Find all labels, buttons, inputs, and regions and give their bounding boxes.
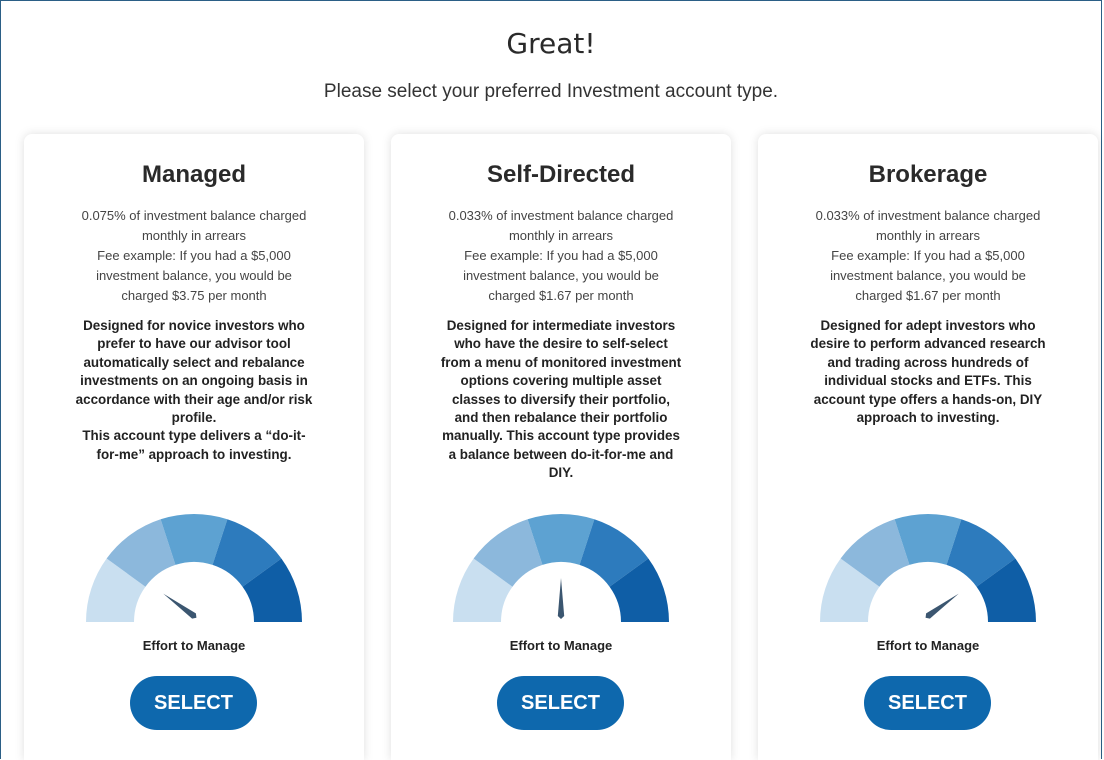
description-line: investments on an ongoing basis in bbox=[80, 373, 308, 389]
description-line: who have the desire to self-select bbox=[454, 336, 668, 352]
fee-line: charged $3.75 per month bbox=[121, 288, 267, 303]
gauge-needle bbox=[557, 578, 565, 619]
effort-to-manage-label: Effort to Manage bbox=[876, 638, 980, 653]
account-description: Designed for adept investors who desire … bbox=[780, 317, 1076, 427]
card-title: Brokerage bbox=[868, 161, 988, 188]
fee-line: 0.075% of investment balance charged bbox=[81, 208, 307, 223]
gauge-needle bbox=[925, 593, 959, 619]
account-card-managed: Managed 0.075% of investment balance cha… bbox=[24, 134, 364, 760]
description-line: from a menu of monitored investment bbox=[440, 354, 682, 370]
description-line: for-me” approach to investing. bbox=[96, 446, 292, 462]
fee-description: 0.033% of investment balance charged mon… bbox=[411, 206, 711, 306]
fee-description: 0.075% of investment balance charged mon… bbox=[44, 206, 344, 306]
description-line: account type offers a hands-on, DIY bbox=[813, 391, 1043, 407]
gauge-needle bbox=[163, 593, 197, 619]
description-line: options covering multiple asset bbox=[460, 373, 662, 389]
description-line: classes to diversify their portfolio, bbox=[451, 391, 671, 407]
select-self-directed-button[interactable]: SELECT bbox=[497, 676, 624, 730]
description-line: automatically select and rebalance bbox=[83, 354, 305, 370]
account-card-self-directed: Self-Directed 0.033% of investment balan… bbox=[391, 134, 731, 760]
select-brokerage-button[interactable]: SELECT bbox=[864, 676, 991, 730]
page-subtitle: Please select your preferred Investment … bbox=[323, 81, 779, 102]
fee-line: monthly in arrears bbox=[141, 228, 247, 243]
description-line: approach to investing. bbox=[856, 410, 1000, 426]
account-card-brokerage: Brokerage 0.033% of investment balance c… bbox=[758, 134, 1098, 760]
description-line: prefer to have our advisor tool bbox=[97, 336, 291, 352]
fee-line: investment balance, you would be bbox=[463, 268, 659, 283]
fee-line: monthly in arrears bbox=[508, 228, 614, 243]
effort-to-manage-label: Effort to Manage bbox=[509, 638, 613, 653]
fee-line: 0.033% of investment balance charged bbox=[815, 208, 1041, 223]
page-title: Great! bbox=[506, 27, 596, 60]
description-line: DIY. bbox=[548, 465, 574, 481]
description-line: and trading across hundreds of bbox=[827, 354, 1029, 370]
description-line: and then rebalance their portfolio bbox=[454, 410, 668, 426]
fee-line: Fee example: If you had a $5,000 bbox=[831, 248, 1025, 263]
effort-gauge-icon bbox=[86, 514, 302, 622]
fee-line: Fee example: If you had a $5,000 bbox=[97, 248, 291, 263]
description-line: This account type delivers a “do-it- bbox=[82, 428, 306, 444]
effort-to-manage-label: Effort to Manage bbox=[142, 638, 246, 653]
account-description: Designed for intermediate investors who … bbox=[413, 317, 709, 483]
description-line: Designed for novice investors who bbox=[83, 318, 305, 333]
description-line: a balance between do-it-for-me and bbox=[448, 446, 674, 462]
fee-line: investment balance, you would be bbox=[96, 268, 292, 283]
description-line: Designed for adept investors who bbox=[820, 318, 1036, 333]
card-title: Managed bbox=[141, 161, 246, 188]
select-managed-button[interactable]: SELECT bbox=[130, 676, 257, 730]
fee-line: investment balance, you would be bbox=[830, 268, 1026, 283]
fee-line: 0.033% of investment balance charged bbox=[448, 208, 674, 223]
fee-description: 0.033% of investment balance charged mon… bbox=[778, 206, 1078, 306]
fee-line: Fee example: If you had a $5,000 bbox=[464, 248, 658, 263]
description-line: individual stocks and ETFs. This bbox=[824, 373, 1032, 389]
page-frame: Great! Please select your preferred Inve… bbox=[0, 0, 1102, 760]
card-title: Self-Directed bbox=[486, 161, 636, 188]
effort-gauge-icon bbox=[820, 514, 1036, 622]
effort-gauge-icon bbox=[453, 514, 669, 622]
description-line: desire to perform advanced research bbox=[810, 336, 1046, 352]
fee-line: monthly in arrears bbox=[875, 228, 981, 243]
account-description: Designed for novice investors who prefer… bbox=[46, 317, 342, 464]
description-line: profile. bbox=[171, 410, 217, 426]
fee-line: charged $1.67 per month bbox=[855, 288, 1001, 303]
description-line: accordance with their age and/or risk bbox=[75, 391, 313, 407]
description-line: manually. This account type provides bbox=[442, 428, 680, 444]
description-line: Designed for intermediate investors bbox=[446, 318, 676, 333]
fee-line: charged $1.67 per month bbox=[488, 288, 634, 303]
